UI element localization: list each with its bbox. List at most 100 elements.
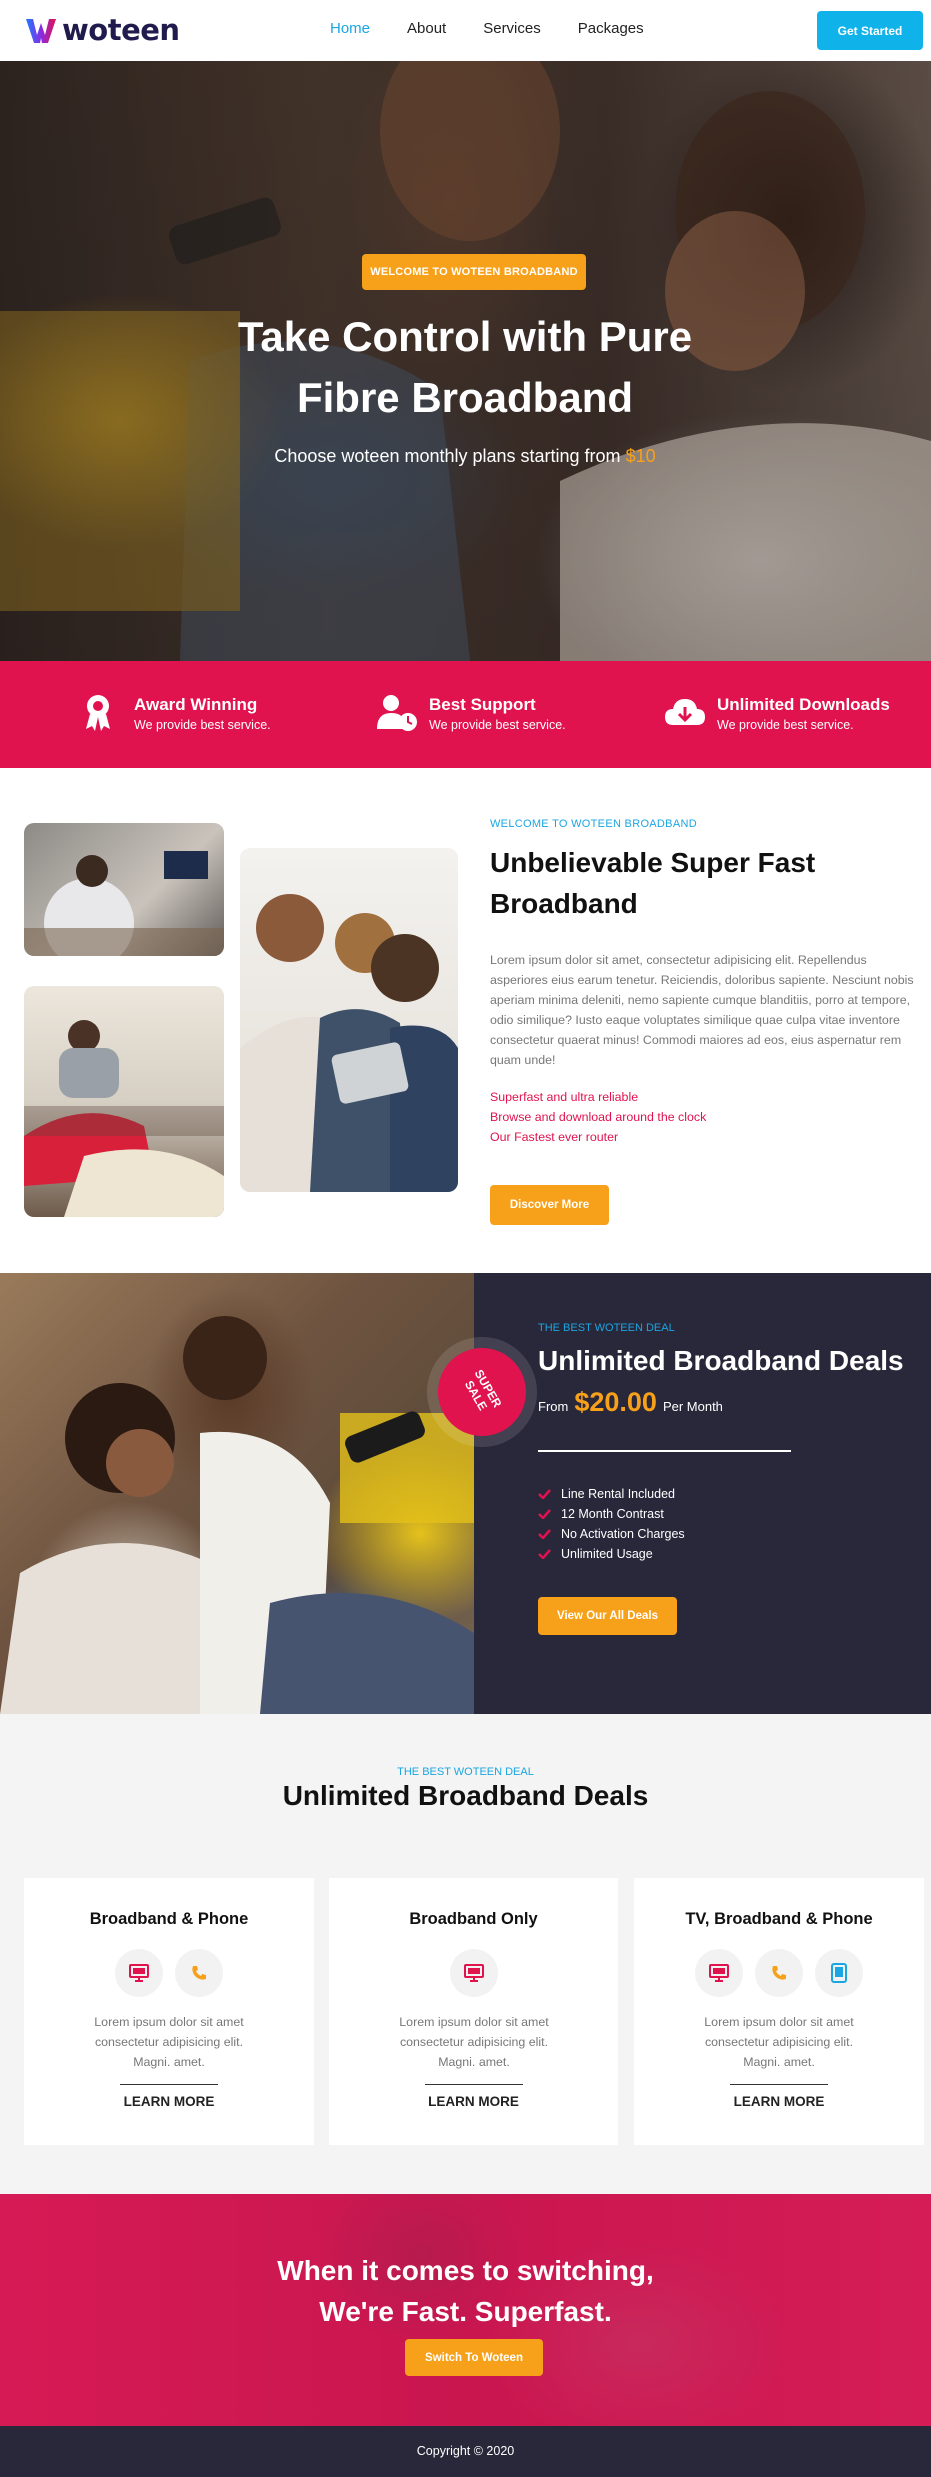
- monitor-icon: [115, 1949, 163, 1997]
- view-all-deals-button[interactable]: View Our All Deals: [538, 1597, 677, 1635]
- hero-title: Take Control with Pure Fibre Broadband: [165, 306, 765, 428]
- logo[interactable]: woteen: [24, 10, 180, 50]
- learn-more-link[interactable]: LEARN MORE: [634, 2094, 924, 2109]
- monitor-icon: [695, 1949, 743, 1997]
- card-text: Lorem ipsum dolor sit amet consectetur ad…: [54, 2012, 284, 2072]
- about-photo-tv: [24, 823, 224, 956]
- card-text-line3: Magni. amet.: [133, 2055, 205, 2069]
- package-card: Broadband & Phone Lorem ipsum dolor sit …: [24, 1878, 314, 2145]
- copyright: Copyright © 2020: [416, 2444, 515, 2458]
- feature-support: Best Support We provide best service.: [375, 691, 566, 735]
- card-icons: [634, 1949, 924, 1997]
- hero-subtitle: Choose woteen monthly plans starting fro…: [165, 446, 765, 467]
- card-title: Broadband Only: [409, 1910, 538, 1928]
- about-photo-family: [240, 848, 458, 1192]
- nav-home[interactable]: Home: [330, 20, 370, 37]
- check-icon: [538, 1529, 551, 1539]
- feature-title: Best Support: [429, 694, 536, 714]
- card-text-line3: Magni. amet.: [743, 2055, 815, 2069]
- nav-services[interactable]: Services: [483, 20, 541, 37]
- switch-title: When it comes to switching, We're Fast. …: [0, 2250, 931, 2332]
- card-title: Broadband & Phone: [89, 1910, 249, 1928]
- discover-more-button[interactable]: Discover More: [490, 1185, 609, 1225]
- switch-title-line2: We're Fast. Superfast.: [319, 2296, 612, 2327]
- feature-downloads: Unlimited Downloads We provide best serv…: [663, 691, 890, 735]
- about-kicker: WELCOME TO WOTEEN BROADBAND: [490, 818, 697, 830]
- list-item-label: No Activation Charges: [561, 1527, 685, 1541]
- price-period: Per Month: [662, 1399, 723, 1414]
- hero-price: $10: [625, 446, 656, 466]
- package-card: Broadband Only Lorem ipsum dolor sit ame…: [329, 1878, 618, 2145]
- divider: [730, 2084, 828, 2085]
- deal-price: From $20.00 Per Month: [538, 1387, 723, 1418]
- divider: [120, 2084, 218, 2085]
- check-icon: [538, 1489, 551, 1499]
- check-icon: [538, 1549, 551, 1559]
- card-text: Lorem ipsum dolor sit amet consectetur ad…: [664, 2012, 894, 2072]
- feature-title: Unlimited Downloads: [717, 694, 890, 714]
- feature-title: Award Winning: [134, 694, 258, 714]
- price-from: From: [538, 1399, 569, 1414]
- list-item: 12 Month Contrast: [538, 1504, 685, 1524]
- nav-about[interactable]: About: [407, 20, 446, 37]
- about-title-line2: Broadband: [490, 888, 638, 919]
- cloud-download-icon: [665, 699, 705, 725]
- deal-title: Unlimited Broadband Deals: [538, 1345, 904, 1376]
- get-started-button[interactable]: Get Started: [817, 11, 923, 50]
- card-text-line1: Lorem ipsum dolor sit amet: [94, 2015, 244, 2029]
- award-icon: [86, 695, 110, 731]
- switch-button[interactable]: Switch To Woteen: [405, 2339, 543, 2376]
- hero-banner: WELCOME TO WOTEEN BROADBAND Take Control…: [0, 61, 931, 661]
- card-text-line3: Magni. amet.: [438, 2055, 510, 2069]
- divider: [425, 2084, 523, 2085]
- card-text-line2: consectetur adipisicing elit.: [704, 2035, 854, 2049]
- learn-more-link[interactable]: LEARN MORE: [24, 2094, 314, 2109]
- logo-text: woteen: [62, 13, 180, 47]
- feature-text: We provide best service.: [429, 717, 566, 732]
- list-item: Superfast and ultra reliable: [490, 1090, 639, 1104]
- deal-features-list: Line Rental Included 12 Month Contrast N…: [538, 1484, 685, 1564]
- list-item: Line Rental Included: [538, 1484, 685, 1504]
- support-icon: [377, 695, 417, 731]
- top-navbar: woteen Home About Services Packages Get …: [0, 0, 931, 61]
- feature-award: Award Winning We provide best service.: [80, 691, 271, 735]
- list-item-label: 12 Month Contrast: [561, 1507, 664, 1521]
- hero-title-line2: Fibre Broadband: [296, 374, 634, 421]
- learn-more-link[interactable]: LEARN MORE: [329, 2094, 618, 2109]
- nav-packages[interactable]: Packages: [578, 20, 644, 37]
- card-icons: [329, 1949, 618, 1997]
- card-text-line1: Lorem ipsum dolor sit amet: [399, 2015, 549, 2029]
- card-text: Lorem ipsum dolor sit amet consectetur ad…: [359, 2012, 589, 2072]
- deal-photo: [0, 1273, 474, 1714]
- list-item: No Activation Charges: [538, 1524, 685, 1544]
- about-title-line1: Unbelievable Super Fast: [490, 847, 816, 878]
- deal-kicker: THE BEST WOTEEN DEAL: [538, 1322, 675, 1334]
- features-strip: Award Winning We provide best service. B…: [0, 661, 931, 768]
- card-text-line1: Lorem ipsum dolor sit amet: [704, 2015, 854, 2029]
- hero-subtitle-text: Choose woteen monthly plans starting fro…: [274, 446, 621, 466]
- phone-icon: [175, 1949, 223, 1997]
- price-amount: $20.00: [574, 1387, 657, 1417]
- logo-w-icon: [26, 19, 56, 43]
- card-title: TV, Broadband & Phone: [685, 1910, 873, 1928]
- card-text-line2: consectetur adipisicing elit.: [94, 2035, 244, 2049]
- monitor-icon: [449, 1949, 498, 1997]
- check-icon: [538, 1509, 551, 1519]
- feature-text: We provide best service.: [134, 717, 271, 732]
- packages-title: Unlimited Broadband Deals: [282, 1780, 649, 1811]
- list-item: Unlimited Usage: [538, 1544, 685, 1564]
- main-menu: Home About Services Packages: [330, 20, 681, 37]
- list-item: Browse and download around the clock: [490, 1110, 707, 1124]
- tablet-icon: [815, 1949, 863, 1997]
- about-photo-couch: [24, 986, 224, 1217]
- divider: [538, 1450, 791, 1452]
- phone-icon: [755, 1949, 803, 1997]
- list-item: Our Fastest ever router: [490, 1130, 619, 1144]
- switch-title-line1: When it comes to switching,: [277, 2255, 654, 2286]
- list-item-label: Line Rental Included: [561, 1487, 675, 1501]
- about-list: Superfast and ultra reliable Browse and …: [490, 1087, 706, 1147]
- packages-kicker: THE BEST WOTEEN DEAL: [397, 1766, 534, 1778]
- hero-badge: WELCOME TO WOTEEN BROADBAND: [362, 254, 586, 290]
- about-body: Lorem ipsum dolor sit amet, consectetur …: [490, 953, 914, 1067]
- feature-text: We provide best service.: [717, 717, 854, 732]
